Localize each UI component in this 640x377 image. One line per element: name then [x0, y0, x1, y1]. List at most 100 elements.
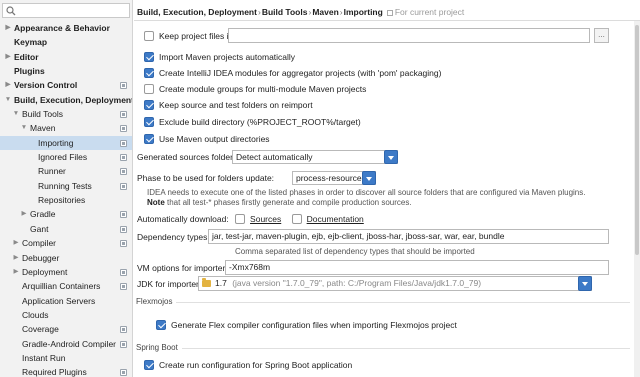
settings-tree: ▶ Appearance & Behavior Keymap ▶ Editor Plugi… [0, 21, 132, 377]
import-auto-row[interactable]: Import Maven projects automatically [144, 50, 295, 64]
jdk-combo[interactable]: 1.7 (java version "1.7.0_79", path: C:/P… [198, 276, 592, 291]
create-modules-row[interactable]: Create IntelliJ IDEA modules for aggrega… [144, 66, 441, 80]
project-settings-icon [120, 125, 127, 133]
exclude-build-row[interactable]: Exclude build directory (%PROJECT_ROOT%/… [144, 115, 361, 129]
expand-right-icon[interactable]: ▶ [4, 50, 12, 64]
sidebar-item-label: Running Tests [38, 180, 92, 191]
sources-label[interactable]: Sources [250, 214, 281, 224]
sidebar-item-gradle[interactable]: ▶ Gradle [0, 207, 132, 221]
settings-search-input[interactable] [2, 3, 130, 18]
sidebar-item-required-plugins[interactable]: Required Plugins [0, 365, 132, 377]
sidebar-item-compiler[interactable]: ▶ Compiler [0, 236, 132, 250]
sidebar-item-running-tests[interactable]: Running Tests [0, 179, 132, 193]
sidebar-item-label: Clouds [22, 309, 49, 320]
documentation-label[interactable]: Documentation [307, 214, 364, 224]
gen-sources-combo[interactable]: Detect automatically [232, 150, 398, 164]
auto-download-label: Automatically download: [137, 214, 229, 224]
expand-right-icon[interactable]: ▶ [4, 21, 12, 35]
sidebar-item-runner[interactable]: Runner [0, 164, 132, 178]
sidebar-item-build-tools[interactable]: ▼ Build Tools [0, 107, 132, 121]
project-settings-icon [120, 340, 127, 348]
scrollbar-thumb[interactable] [635, 25, 639, 255]
sidebar-item-importing[interactable]: Importing [0, 135, 132, 151]
phase-value: process-resources [296, 173, 366, 183]
module-groups-checkbox[interactable] [144, 84, 154, 94]
sidebar-item-instant-run[interactable]: Instant Run [0, 351, 132, 365]
keep-source-label: Keep source and test folders on reimport [159, 100, 313, 110]
sidebar-item-build-execution-deployment[interactable]: ▼ Build, Execution, Deployment [0, 93, 132, 107]
documentation-checkbox[interactable] [291, 214, 302, 224]
sidebar-item-editor[interactable]: ▶ Editor [0, 50, 132, 64]
project-settings-icon [120, 168, 127, 176]
gen-sources-label: Generated sources folders: [137, 152, 240, 162]
sidebar-item-coverage[interactable]: Coverage [0, 322, 132, 336]
expand-down-icon[interactable]: ▼ [4, 93, 12, 107]
sidebar-item-gant[interactable]: Gant [0, 222, 132, 236]
sidebar-item-clouds[interactable]: Clouds [0, 308, 132, 322]
spring-run-checkbox[interactable] [144, 360, 154, 370]
sidebar-item-version-control[interactable]: ▶ Version Control [0, 78, 132, 92]
keep-project-files-label: Keep project files in: [159, 31, 236, 41]
jdk-value: 1.7 [215, 278, 227, 288]
sidebar-item-gradle-android-compiler[interactable]: Gradle-Android Compiler [0, 337, 132, 351]
vm-options-label: VM options for importer: [137, 263, 228, 273]
keep-project-files-checkbox[interactable] [144, 31, 154, 41]
use-output-label: Use Maven output directories [159, 134, 270, 144]
sources-checkbox[interactable] [235, 214, 246, 224]
sidebar-item-label: Importing [38, 137, 74, 148]
expand-down-icon[interactable]: ▼ [12, 107, 20, 121]
sidebar-item-plugins[interactable]: Plugins [0, 64, 132, 78]
chevron-down-icon[interactable] [362, 171, 376, 185]
sidebar-item-label: Debugger [22, 252, 60, 263]
use-output-row[interactable]: Use Maven output directories [144, 132, 270, 146]
sidebar-item-deployment[interactable]: ▶ Deployment [0, 265, 132, 279]
breadcrumb-separator: › [308, 7, 312, 17]
expand-right-icon[interactable]: ▶ [20, 207, 28, 221]
import-auto-checkbox[interactable] [144, 52, 154, 62]
dep-types-input[interactable]: jar, test-jar, maven-plugin, ejb, ejb-cl… [208, 229, 609, 244]
spring-run-row[interactable]: Create run configuration for Spring Boot… [144, 358, 352, 372]
sidebar-item-label: Coverage [22, 324, 59, 335]
expand-right-icon[interactable]: ▶ [12, 236, 20, 250]
sidebar-item-label: Plugins [14, 66, 45, 77]
keep-project-files-row[interactable]: Keep project files in: [144, 29, 236, 43]
sidebar-item-application-servers[interactable]: Application Servers [0, 294, 132, 308]
sidebar-item-arquillian-containers[interactable]: Arquillian Containers [0, 279, 132, 293]
phase-hint-2-text: that all test-* phases firstly generate … [164, 198, 412, 207]
expand-down-icon[interactable]: ▼ [20, 121, 28, 135]
dep-types-hint: Comma separated list of dependency types… [235, 247, 475, 256]
flexmojos-divider [176, 302, 630, 303]
vm-options-input[interactable]: -Xmx768m [225, 260, 609, 275]
module-groups-row[interactable]: Create module groups for multi-module Ma… [144, 82, 366, 96]
sidebar-item-label: Gradle [30, 209, 56, 220]
breadcrumb-separator: › [257, 7, 261, 17]
flex-config-row[interactable]: Generate Flex compiler configuration fil… [156, 318, 457, 332]
expand-right-icon[interactable]: ▶ [12, 265, 20, 279]
sidebar-item-debugger[interactable]: ▶ Debugger [0, 251, 132, 265]
exclude-build-checkbox[interactable] [144, 117, 154, 127]
flex-config-checkbox[interactable] [156, 320, 166, 330]
scope-note: For current project [394, 7, 465, 17]
chevron-down-icon[interactable] [384, 150, 398, 164]
keep-source-row[interactable]: Keep source and test folders on reimport [144, 98, 313, 112]
sidebar-item-ignored-files[interactable]: Ignored Files [0, 150, 132, 164]
sidebar-item-keymap[interactable]: Keymap [0, 35, 132, 49]
sidebar-item-appearance-behavior[interactable]: ▶ Appearance & Behavior [0, 21, 132, 35]
breadcrumb-part: Maven [312, 7, 339, 17]
sidebar-item-label: Keymap [14, 37, 48, 48]
expand-right-icon[interactable]: ▶ [4, 78, 12, 92]
create-modules-checkbox[interactable] [144, 68, 154, 78]
chevron-down-icon[interactable] [578, 276, 592, 291]
sidebar-item-repositories[interactable]: Repositories [0, 193, 132, 207]
browse-button[interactable]: ... [594, 28, 609, 43]
sidebar-item-label: Version Control [14, 80, 78, 91]
keep-source-checkbox[interactable] [144, 100, 154, 110]
import-auto-label: Import Maven projects automatically [159, 52, 296, 62]
phase-combo[interactable]: process-resources [292, 171, 376, 185]
project-scope-icon [386, 10, 393, 16]
expand-right-icon[interactable]: ▶ [12, 251, 20, 265]
sidebar-item-maven[interactable]: ▼ Maven [0, 121, 132, 135]
vertical-scrollbar[interactable] [634, 21, 640, 377]
use-output-checkbox[interactable] [144, 134, 154, 144]
keep-project-files-input[interactable] [228, 28, 590, 43]
